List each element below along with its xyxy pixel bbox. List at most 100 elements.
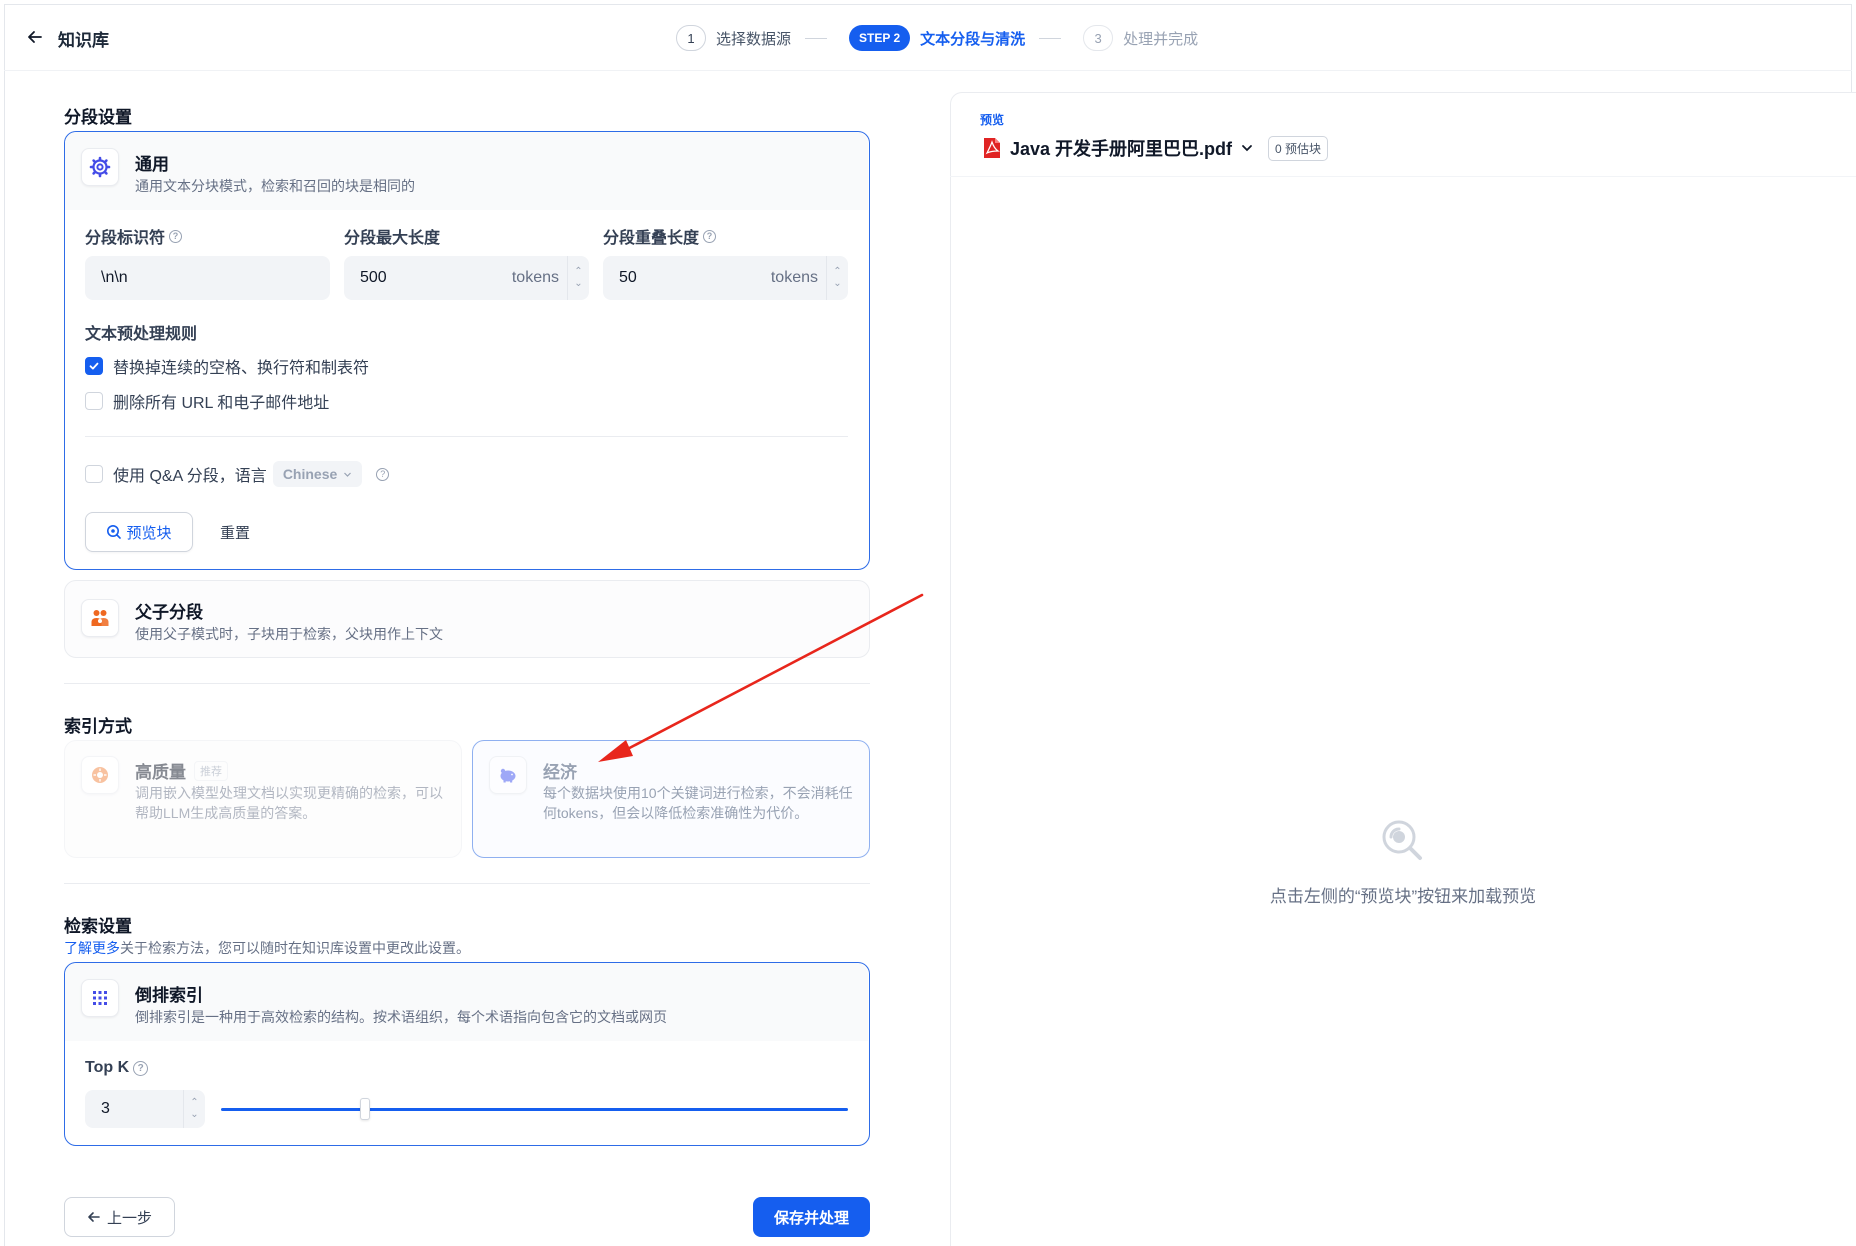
preview-file-name: Java 开发手册阿里巴巴.pdf	[1010, 139, 1233, 159]
sparkle-icon	[92, 767, 108, 783]
overlap-input[interactable]: 50 tokens ⌃ ⌄	[603, 256, 848, 300]
retrieval-section-title: 检索设置	[64, 917, 132, 936]
search-eye-icon	[107, 525, 122, 539]
previous-step-button[interactable]: 上一步	[64, 1197, 175, 1237]
high-quality-title: 高质量	[135, 763, 186, 782]
max-length-unit: tokens	[511, 269, 559, 286]
delimiter-label: 分段标识符 ?	[85, 224, 183, 248]
qa-language-value: Chinese	[282, 466, 338, 482]
gear-icon	[89, 156, 111, 178]
page-title: 知识库	[58, 31, 109, 50]
delimiter-label-text: 分段标识符	[85, 230, 166, 247]
help-icon[interactable]: ?	[376, 467, 390, 481]
recommend-tag: 推荐	[194, 760, 228, 781]
delimiter-value: \n\n	[101, 269, 128, 286]
max-length-value: 500	[360, 269, 387, 286]
arrow-left-icon	[88, 1212, 100, 1222]
estimate-chunks-badge: 0 预估块	[1268, 135, 1329, 161]
piggy-bank-icon	[500, 768, 516, 783]
reset-button[interactable]: 重置	[205, 512, 265, 552]
step-separator	[805, 37, 828, 39]
high-quality-icon-box	[81, 756, 119, 794]
topk-stepper[interactable]: ⌃ ⌄	[183, 1090, 205, 1128]
help-icon[interactable]: ?	[703, 229, 717, 243]
divider	[64, 883, 870, 884]
general-card-header	[65, 132, 868, 210]
step-1-number: 1	[676, 25, 706, 51]
high-quality-desc: 调用嵌入模型处理文档以实现更精确的检索，可以帮助LLM生成高质量的答案。	[135, 785, 443, 821]
parent-child-title: 父子分段	[135, 603, 203, 622]
preview-header-divider	[950, 176, 1856, 177]
economy-desc: 每个数据块使用10个关键词进行检索，不会消耗任何tokens，但会以降低检索准确…	[543, 785, 853, 821]
preview-empty-icon	[1380, 818, 1424, 867]
overlap-label: 分段重叠长度 ?	[603, 224, 717, 248]
save-and-process-button[interactable]: 保存并处理	[753, 1197, 870, 1237]
back-button[interactable]	[24, 26, 46, 48]
general-mode-icon-box	[81, 148, 119, 186]
divider	[85, 436, 848, 437]
qa-language-select[interactable]: Chinese	[272, 461, 363, 487]
high-quality-index-card[interactable]: 高质量 推荐 调用嵌入模型处理文档以实现更精确的检索，可以帮助LLM生成高质量的…	[64, 740, 462, 858]
general-mode-title: 通用	[135, 155, 169, 174]
rule-1-checkbox[interactable]	[85, 357, 103, 375]
overlap-stepper[interactable]: ⌃ ⌄	[826, 256, 848, 300]
search-icon	[1382, 820, 1422, 860]
chevron-down-icon	[1242, 145, 1252, 152]
max-length-label-text: 分段最大长度	[344, 230, 441, 247]
overlap-unit: tokens	[770, 269, 818, 286]
parent-child-icon-box	[81, 599, 119, 637]
topk-label-text: Top K	[85, 1059, 130, 1076]
parent-child-desc: 使用父子模式时，子块用于检索，父块用作上下文	[135, 626, 443, 642]
preview-file-selector[interactable]: Java 开发手册阿里巴巴.pdf 0 预估块	[982, 135, 1329, 161]
help-icon[interactable]: ?	[169, 229, 183, 243]
preview-chunks-label: 预览块	[126, 524, 172, 542]
help-icon[interactable]: ?	[133, 1060, 149, 1076]
index-section-title: 索引方式	[64, 717, 132, 736]
max-length-stepper[interactable]: ⌃ ⌄	[567, 256, 589, 300]
step-3-label: 处理并完成	[1123, 30, 1199, 48]
overlap-label-text: 分段重叠长度	[603, 230, 700, 247]
delimiter-input[interactable]: \n\n	[85, 256, 330, 300]
step-separator	[1039, 37, 1062, 39]
general-mode-card[interactable]: 通用 通用文本分块模式，检索和召回的块是相同的 分段标识符 ? 分段最大长度 分…	[64, 131, 870, 570]
pdf-file-icon	[984, 138, 1000, 158]
inverted-index-title: 倒排索引	[135, 986, 203, 1005]
rule-2-label: 删除所有 URL 和电子邮件地址	[113, 395, 330, 412]
retrieval-note-text: 关于检索方法，您可以随时在知识库设置中更改此设置。	[120, 940, 470, 956]
rule-1-row[interactable]: 替换掉连续的空格、换行符和制表符	[85, 354, 369, 378]
annotation-arrow	[598, 593, 924, 762]
grid-icon	[93, 991, 107, 1005]
arrow-left-icon	[28, 31, 42, 43]
check-icon	[89, 362, 99, 370]
stepper-nav: 1 选择数据源 STEP 2 文本分段与清洗 3 处理并完成	[676, 25, 1198, 51]
topk-value: 3	[101, 1100, 110, 1117]
overlap-value: 50	[619, 269, 637, 286]
step-2-badge: STEP 2	[849, 25, 911, 51]
qa-label: 使用 Q&A 分段，语言	[113, 468, 267, 485]
segment-section-title: 分段设置	[64, 108, 132, 127]
topk-slider-track[interactable]	[221, 1108, 848, 1111]
max-length-input[interactable]: 500 tokens ⌃ ⌄	[344, 256, 589, 300]
rules-title: 文本预处理规则	[85, 326, 198, 343]
learn-more-link[interactable]: 了解更多	[64, 940, 120, 956]
preview-empty-text: 点击左侧的“预览块”按钮来加载预览	[1269, 887, 1537, 906]
qa-checkbox[interactable]	[85, 465, 103, 483]
rule-1-label: 替换掉连续的空格、换行符和制表符	[113, 360, 370, 377]
preview-label: 预览	[980, 113, 1005, 127]
topk-slider-handle[interactable]	[360, 1098, 371, 1120]
rule-2-checkbox[interactable]	[85, 392, 103, 410]
preview-panel	[950, 92, 1856, 1246]
general-mode-desc: 通用文本分块模式，检索和召回的块是相同的	[135, 178, 415, 194]
step-2-label: 文本分段与清洗	[920, 30, 1026, 48]
step-1-label: 选择数据源	[716, 30, 792, 48]
qa-row: 使用 Q&A 分段，语言 Chinese ?	[85, 461, 390, 487]
high-quality-title-row: 高质量 推荐	[135, 758, 228, 783]
topk-input[interactable]: 3 ⌃ ⌄	[85, 1090, 205, 1128]
topk-label: Top K ?	[85, 1059, 149, 1077]
preview-chunks-button[interactable]: 预览块	[85, 512, 193, 552]
inverted-index-card[interactable]: 倒排索引 倒排索引是一种用于高效检索的结构。按术语组织，每个术语指向包含它的文档…	[64, 962, 870, 1146]
economy-title: 经济	[543, 763, 577, 782]
chevron-down-icon	[344, 472, 352, 477]
rule-2-row[interactable]: 删除所有 URL 和电子邮件地址	[85, 389, 329, 413]
retrieval-note: 了解更多关于检索方法，您可以随时在知识库设置中更改此设置。	[64, 938, 470, 958]
